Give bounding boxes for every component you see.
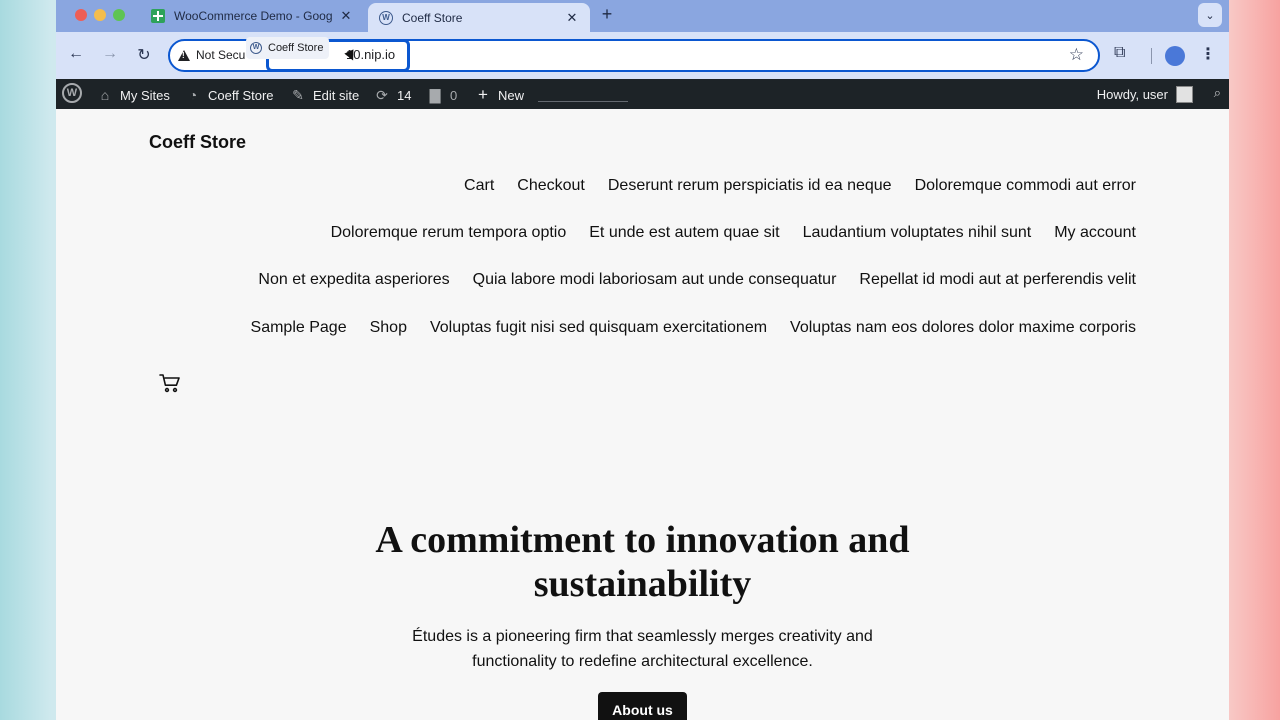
nav-link[interactable]: Checkout: [517, 177, 585, 195]
primary-nav-row: Doloremque rerum tempora optio Et unde e…: [308, 224, 1136, 242]
close-icon[interactable]: ✕: [564, 10, 580, 26]
wordpress-icon: W: [62, 83, 82, 103]
tab-coeff-store[interactable]: W Coeff Store ✕: [368, 3, 590, 32]
browser-menu-icon[interactable]: ⋮: [1200, 44, 1216, 64]
about-us-button[interactable]: About us: [598, 692, 687, 720]
nav-link[interactable]: Quia labore modi laboriosam aut unde con…: [473, 271, 837, 289]
site-title[interactable]: Coeff Store: [149, 132, 246, 153]
nav-link[interactable]: Shop: [370, 319, 407, 337]
nav-link[interactable]: Doloremque commodi aut error: [915, 177, 1136, 195]
nav-link[interactable]: Repellat id modi aut at perferendis veli…: [859, 271, 1136, 289]
back-button[interactable]: ←: [64, 45, 88, 63]
toolbar-divider: [1151, 48, 1152, 64]
hero-description-line: Études is a pioneering firm that seamles…: [412, 628, 873, 645]
address-bar[interactable]: Not Secu W Coeff Store 10.nip.io ☆: [168, 37, 1100, 72]
hero-heading-line: A commitment to innovation and: [375, 519, 910, 561]
wordpress-icon: W: [378, 10, 394, 26]
nav-link[interactable]: Voluptas nam eos dolores dolor maxime co…: [790, 319, 1136, 337]
updates-icon: ⟳: [376, 86, 388, 103]
howdy-label: Howdy, user: [1096, 87, 1168, 102]
dragged-tab-label: Coeff Store: [268, 42, 324, 54]
nav-link[interactable]: Laudantium voluptates nihil sunt: [803, 224, 1032, 242]
edit-brush-icon: ✎: [292, 86, 304, 103]
wordpress-logo-menu[interactable]: W: [62, 83, 82, 103]
wp-admin-bar: W ⌂ My Sites ◔ Coeff Store ✎ Edit site ⟳…: [56, 79, 1229, 109]
close-window-button[interactable]: [75, 9, 87, 21]
maximize-window-button[interactable]: [113, 9, 125, 21]
nav-link[interactable]: My account: [1054, 224, 1136, 242]
extensions-icon[interactable]: ⧉: [1114, 44, 1125, 62]
updates-count: 14: [397, 87, 412, 103]
comments-count: 0: [450, 87, 458, 103]
tab-search-button[interactable]: ⌄: [1198, 3, 1222, 27]
primary-nav-row: Cart Checkout Deserunt rerum perspiciati…: [441, 177, 1136, 195]
close-icon[interactable]: ✕: [338, 8, 354, 24]
wordpress-icon: W: [250, 42, 262, 54]
sheets-icon: [150, 8, 166, 24]
avatar: [1176, 86, 1193, 103]
forward-button[interactable]: →: [98, 45, 122, 63]
browser-window: WooCommerce Demo - Goog ✕ W Coeff Store …: [56, 0, 1229, 720]
cart-icon[interactable]: [158, 371, 182, 395]
tab-title: WooCommerce Demo - Goog: [174, 9, 333, 23]
updates-link[interactable]: ⟳ 14: [373, 86, 411, 104]
nav-link[interactable]: Deserunt rerum perspiciatis id ea neque: [608, 177, 892, 195]
site-name-label: Coeff Store: [208, 87, 274, 103]
my-sites-label: My Sites: [120, 87, 170, 103]
minimize-window-button[interactable]: [94, 9, 106, 21]
hero-description: Études is a pioneering firm that seamles…: [56, 624, 1229, 674]
nav-link[interactable]: Sample Page: [251, 319, 347, 337]
nav-link[interactable]: Et unde est autem quae sit: [589, 224, 779, 242]
new-label: New: [498, 87, 525, 103]
tab-title: Coeff Store: [402, 10, 463, 25]
tab-strip: WooCommerce Demo - Goog ✕ W Coeff Store …: [56, 0, 1229, 32]
reload-button[interactable]: ↻: [132, 45, 156, 65]
security-label: Not Secu: [196, 48, 246, 62]
site-name-menu[interactable]: ◔ Coeff Store: [184, 86, 274, 104]
my-sites-icon: ⌂: [100, 87, 110, 103]
site-page: Coeff Store Cart Checkout Deserunt rerum…: [56, 109, 1229, 720]
security-indicator[interactable]: Not Secu: [178, 48, 245, 62]
primary-nav-row: Sample Page Shop Voluptas fugit nisi sed…: [228, 319, 1136, 337]
browser-toolbar: ← → ↻ Not Secu W Coeff Store 10.nip.io ☆…: [56, 32, 1229, 79]
edit-site-link[interactable]: ✎ Edit site: [289, 86, 359, 104]
nav-link[interactable]: Non et expedita asperiores: [258, 271, 449, 289]
account-menu[interactable]: Howdy, user: [1097, 86, 1193, 103]
my-sites-menu[interactable]: ⌂ My Sites: [96, 86, 170, 104]
comment-bubble-icon: ▇: [429, 86, 441, 103]
new-content-menu[interactable]: + New: [474, 85, 525, 104]
edit-site-label: Edit site: [313, 87, 360, 103]
primary-nav-row: Non et expedita asperiores Quia labore m…: [235, 271, 1136, 289]
tab-woocommerce-demo[interactable]: WooCommerce Demo - Goog ✕: [140, 2, 364, 30]
dragged-tab[interactable]: W Coeff Store: [246, 37, 330, 59]
hero-heading-line: sustainability: [533, 563, 752, 605]
hero-heading: A commitment to innovation and sustainab…: [56, 518, 1229, 606]
nav-link[interactable]: Doloremque rerum tempora optio: [331, 224, 567, 242]
hero-description-line: functionality to redefine architectural …: [472, 653, 813, 670]
search-icon[interactable]: ⌕: [1214, 85, 1221, 101]
dashboard-icon: ◔: [188, 87, 198, 103]
nav-link[interactable]: Voluptas fugit nisi sed quisquam exercit…: [430, 319, 767, 337]
bookmark-star-icon[interactable]: ☆: [1069, 45, 1084, 65]
nav-link[interactable]: Cart: [464, 177, 494, 195]
comments-link[interactable]: ▇ 0: [426, 86, 458, 104]
admin-bar-underline: [538, 101, 628, 102]
profile-avatar[interactable]: [1165, 46, 1185, 66]
plus-icon: +: [478, 85, 488, 104]
warning-icon: [178, 49, 190, 61]
new-tab-button[interactable]: +: [596, 4, 618, 25]
